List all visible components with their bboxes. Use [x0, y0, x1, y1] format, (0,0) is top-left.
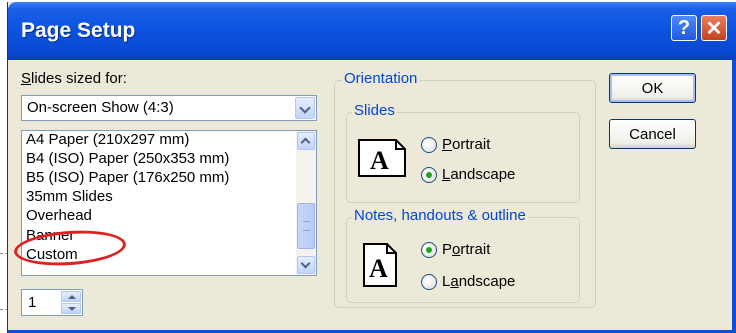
close-button[interactable]: ✕ [701, 15, 727, 41]
spinner-value: 1 [28, 294, 37, 311]
spin-up-icon[interactable] [61, 291, 81, 302]
notes-portrait-label: Portrait [442, 241, 491, 258]
page-setup-dialog: Page Setup ? ✕ Slides sized for: On-scre… [7, 2, 736, 333]
notes-landscape-radio[interactable] [421, 274, 437, 290]
list-item[interactable]: A4 Paper (210x297 mm) [26, 131, 189, 148]
dropdown-selected-value: On-screen Show (4:3) [27, 99, 174, 116]
slides-sized-for-label: Slides sized for: [21, 70, 127, 87]
number-spinner[interactable]: 1 [21, 289, 83, 316]
svg-text:A: A [370, 146, 389, 175]
chevron-down-icon[interactable] [295, 97, 315, 119]
landscape-page-icon: A [358, 139, 406, 177]
slides-group-title: Slides [352, 102, 397, 119]
orientation-title: Orientation [342, 70, 420, 87]
scroll-down-icon[interactable] [297, 256, 315, 274]
scroll-up-icon[interactable] [297, 132, 315, 150]
notes-group-title: Notes, handouts & outline [352, 207, 528, 224]
list-item[interactable]: 35mm Slides [26, 188, 113, 205]
slides-landscape-radio[interactable] [421, 167, 437, 183]
help-icon: ? [677, 16, 691, 39]
scrollbar-thumb[interactable] [297, 203, 315, 249]
svg-text:A: A [369, 254, 388, 283]
slides-sized-for-dropdown[interactable]: On-screen Show (4:3) [21, 95, 317, 121]
list-item[interactable]: B4 (ISO) Paper (250x353 mm) [26, 150, 229, 167]
list-item[interactable]: Overhead [26, 207, 92, 224]
ok-button[interactable]: OK [609, 73, 696, 103]
notes-portrait-radio[interactable] [421, 242, 437, 258]
portrait-page-icon: A [363, 243, 397, 287]
title-bar[interactable]: Page Setup ? ✕ [8, 2, 736, 60]
slides-landscape-label: Landscape [442, 166, 516, 183]
close-icon: ✕ [705, 17, 723, 40]
window-frame-right [732, 60, 736, 333]
cancel-button[interactable]: Cancel [609, 119, 696, 149]
help-button[interactable]: ? [671, 15, 697, 41]
spin-down-icon[interactable] [61, 303, 81, 314]
notes-landscape-label: Landscape [442, 273, 516, 290]
slides-portrait-label: Portrait [442, 136, 491, 153]
list-item[interactable]: B5 (ISO) Paper (176x250 mm) [26, 169, 229, 186]
list-scrollbar[interactable] [296, 131, 316, 275]
dialog-title: Page Setup [21, 19, 136, 42]
slides-portrait-radio[interactable] [421, 137, 437, 153]
